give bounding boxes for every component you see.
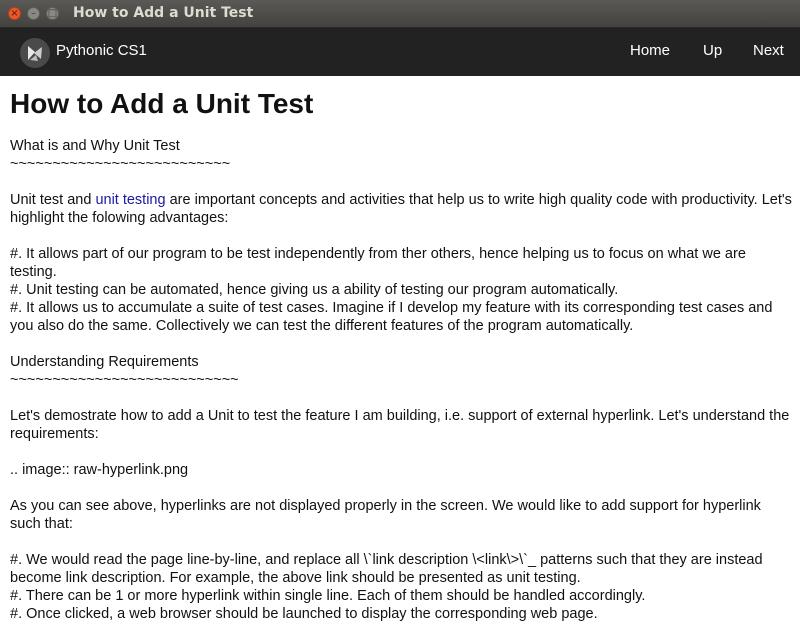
- brand-title: Pythonic CS1: [56, 42, 147, 59]
- kivy-logo-icon: [20, 38, 50, 68]
- unit-testing-link[interactable]: unit testing: [95, 192, 165, 208]
- list-item: #. Unit testing can be automated, hence …: [10, 282, 619, 298]
- window-maximize-button[interactable]: □: [46, 7, 59, 20]
- section-heading: Understanding Requirements: [10, 354, 199, 370]
- window-minimize-button[interactable]: –: [27, 7, 40, 20]
- section-underline: ~~~~~~~~~~~~~~~~~~~~~~~~~~: [10, 156, 231, 172]
- section-underline: ~~~~~~~~~~~~~~~~~~~~~~~~~~~: [10, 372, 239, 388]
- window-title: How to Add a Unit Test: [73, 5, 254, 21]
- window-close-button[interactable]: ×: [8, 7, 21, 20]
- list-item: #. There can be 1 or more hyperlink with…: [10, 588, 646, 604]
- page-title: How to Add a Unit Test: [10, 88, 314, 119]
- intro-paragraph: Unit test and unit testing are important…: [10, 191, 795, 227]
- window-titlebar: × – □ How to Add a Unit Test: [0, 0, 800, 28]
- intro-text-before: Unit test and: [10, 192, 96, 208]
- nav-home-button[interactable]: Home: [630, 42, 670, 59]
- list-item: #. It allows us to accumulate a suite of…: [10, 300, 777, 334]
- nav-up-button[interactable]: Up: [703, 42, 722, 59]
- list-item: #. It allows part of our program to be t…: [10, 246, 750, 280]
- app-navbar: Pythonic CS1 Home Up Next: [0, 28, 800, 76]
- requirements-intro: Let's demostrate how to add a Unit to te…: [10, 408, 794, 442]
- image-directive: .. image:: raw-hyperlink.png: [10, 462, 189, 478]
- requirements-text: As you can see above, hyperlinks are not…: [10, 498, 765, 532]
- list-item: #. We would read the page line-by-line, …: [10, 552, 767, 586]
- list-item: #. Once clicked, a web browser should be…: [10, 606, 598, 622]
- nav-next-button[interactable]: Next: [753, 42, 784, 59]
- section-heading: What is and Why Unit Test: [10, 138, 180, 154]
- page-content: How to Add a Unit Test What is and Why U…: [10, 76, 795, 623]
